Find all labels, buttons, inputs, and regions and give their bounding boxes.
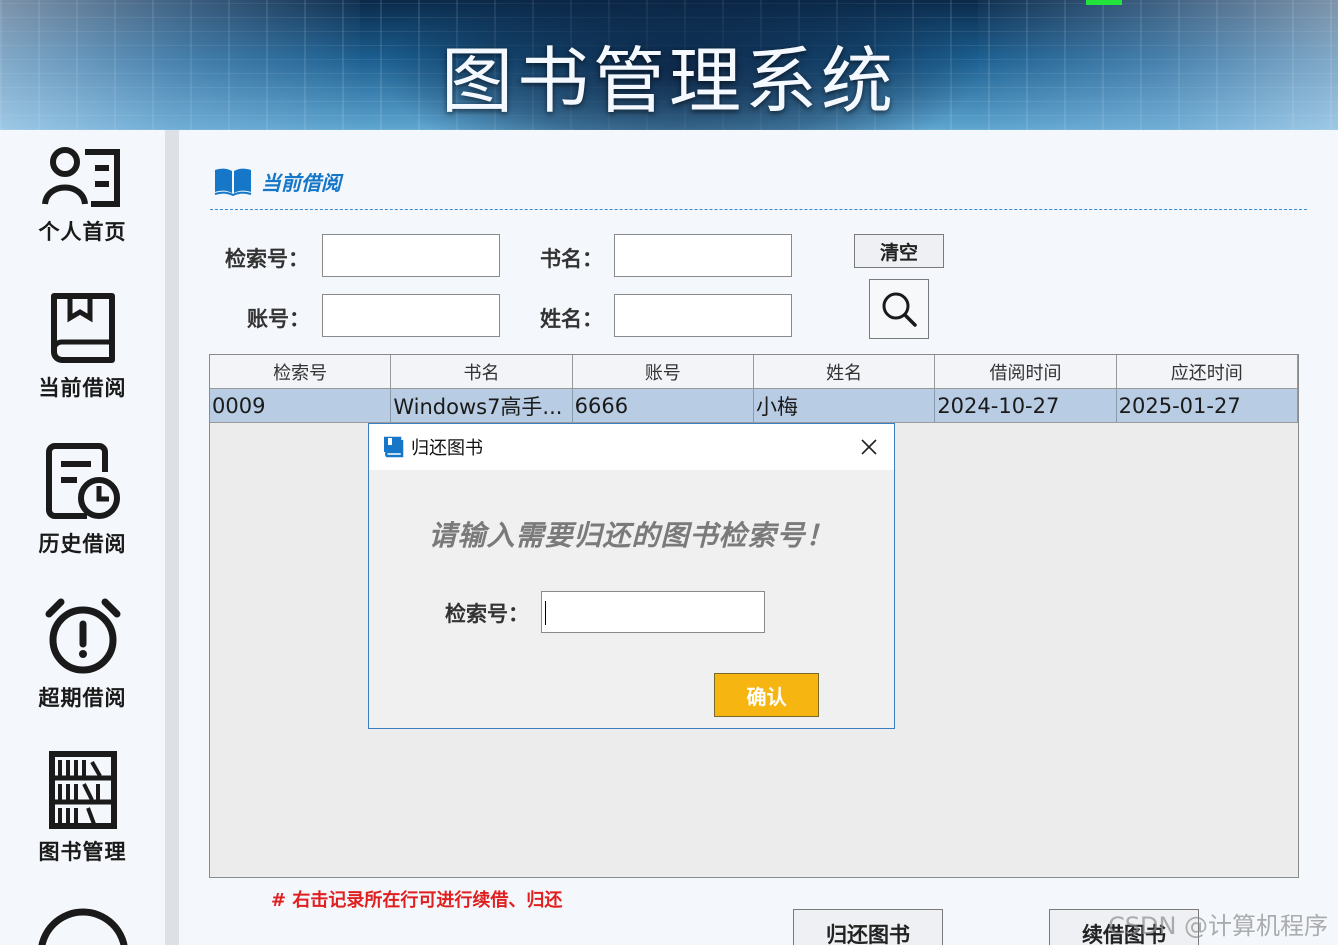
table-cell: Windows7高手... bbox=[391, 389, 573, 422]
sidebar-item-messages[interactable] bbox=[0, 906, 165, 945]
text-caret bbox=[545, 601, 546, 625]
return-book-button[interactable]: 归还图书 bbox=[793, 909, 943, 945]
sidebar-item-current-borrow[interactable]: 当前借阅 bbox=[0, 290, 165, 402]
index-label: 检索号： bbox=[225, 247, 309, 271]
table-cell: 6666 bbox=[573, 389, 754, 422]
name-label: 姓名： bbox=[540, 307, 603, 331]
sidebar-item-book-management[interactable]: 图书管理 bbox=[0, 750, 165, 866]
dialog-title: 归还图书 bbox=[411, 438, 483, 459]
sidebar-item-home[interactable]: 个人首页 bbox=[0, 144, 165, 246]
title-label: 书名： bbox=[540, 247, 603, 271]
sidebar-item-label: 历史借阅 bbox=[38, 532, 127, 556]
sidebar-item-label: 个人首页 bbox=[38, 220, 127, 244]
title-input[interactable] bbox=[614, 234, 792, 277]
sidebar-item-label: 超期借阅 bbox=[38, 686, 127, 710]
history-clock-icon bbox=[45, 443, 120, 519]
chat-icon bbox=[37, 908, 128, 945]
user-list-icon bbox=[41, 147, 120, 207]
open-book-icon bbox=[214, 168, 252, 196]
sidebar-item-label: 当前借阅 bbox=[38, 376, 127, 400]
table-cell: 0009 bbox=[210, 389, 392, 422]
dialog-index-label: 检索号： bbox=[445, 602, 529, 626]
sidebar-item-overdue[interactable]: 超期借阅 bbox=[0, 596, 165, 712]
table-row[interactable]: 0009 Windows7高手... 6666 小梅 2024-10-27 20… bbox=[210, 389, 1298, 423]
column-header[interactable]: 姓名 bbox=[754, 355, 936, 388]
app-title: 图书管理系统 bbox=[440, 39, 897, 123]
watermark: CSDN @计算机程序 bbox=[1108, 912, 1329, 940]
table-cell: 2025-01-27 bbox=[1117, 389, 1298, 422]
table-header: 检索号 书名 账号 姓名 借阅时间 应还时间 bbox=[210, 355, 1298, 389]
dialog-index-input[interactable] bbox=[541, 591, 765, 633]
sidebar: 个人首页 当前借阅 历史借阅 超期借阅 图书管理 bbox=[0, 130, 165, 945]
alarm-clock-icon bbox=[45, 598, 120, 674]
account-label: 账号： bbox=[247, 307, 310, 331]
header-banner: 图书管理系统 bbox=[0, 0, 1338, 130]
section-divider bbox=[210, 209, 1307, 210]
hint-text: # 右击记录所在行可进行续借、归还 bbox=[271, 890, 563, 911]
column-header[interactable]: 借阅时间 bbox=[935, 355, 1117, 388]
section-header: 当前借阅 bbox=[213, 164, 341, 198]
book-icon bbox=[384, 436, 404, 458]
search-button[interactable] bbox=[869, 279, 929, 339]
section-title: 当前借阅 bbox=[261, 170, 341, 195]
account-input[interactable] bbox=[322, 294, 500, 337]
dialog-titlebar[interactable]: 归还图书 bbox=[369, 424, 894, 470]
dialog-prompt: 请输入需要归还的图书检索号！ bbox=[428, 519, 835, 552]
column-header[interactable]: 检索号 bbox=[210, 355, 392, 388]
name-input[interactable] bbox=[614, 294, 792, 337]
sidebar-item-label: 图书管理 bbox=[38, 840, 127, 864]
sidebar-divider bbox=[165, 130, 179, 945]
search-icon bbox=[882, 292, 917, 327]
book-icon bbox=[50, 293, 115, 363]
column-header[interactable]: 应还时间 bbox=[1117, 355, 1298, 388]
index-input[interactable] bbox=[322, 234, 500, 277]
close-icon[interactable] bbox=[858, 436, 880, 458]
table-cell: 2024-10-27 bbox=[935, 389, 1117, 422]
column-header[interactable]: 书名 bbox=[391, 355, 573, 388]
clear-button[interactable]: 清空 bbox=[854, 234, 944, 268]
confirm-button[interactable]: 确认 bbox=[714, 673, 819, 717]
status-indicator bbox=[1086, 0, 1122, 5]
column-header[interactable]: 账号 bbox=[573, 355, 754, 388]
table-cell: 小梅 bbox=[754, 389, 936, 422]
sidebar-item-history[interactable]: 历史借阅 bbox=[0, 442, 165, 558]
bookshelf-icon bbox=[48, 751, 117, 829]
return-book-dialog: 归还图书 请输入需要归还的图书检索号！ 检索号： 确认 bbox=[368, 423, 895, 729]
